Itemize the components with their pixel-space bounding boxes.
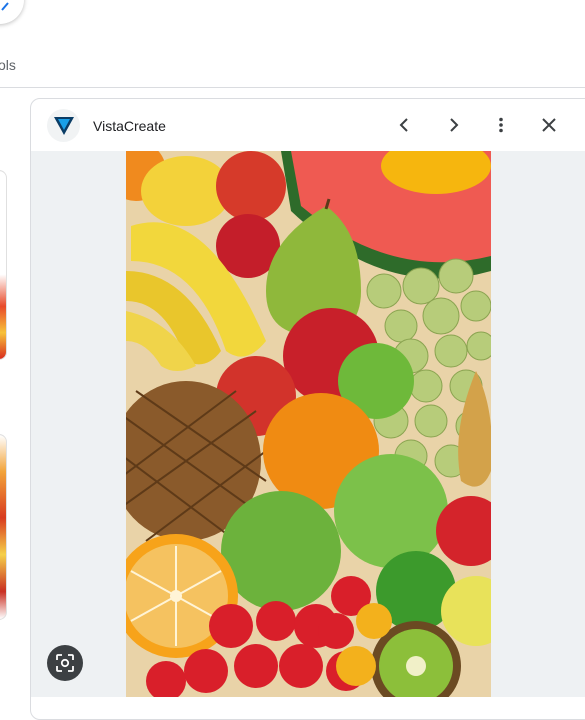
panel-header: VistaCreate (31, 99, 585, 151)
tools-tab[interactable]: ols (0, 57, 16, 73)
image-preview-panel: VistaCreate (30, 98, 585, 720)
more-options-button[interactable] (487, 111, 515, 139)
image-viewer (31, 151, 585, 697)
result-thumbnail[interactable] (0, 434, 7, 620)
close-button[interactable] (535, 111, 563, 139)
next-button[interactable] (439, 111, 467, 139)
site-name[interactable]: VistaCreate (93, 118, 166, 134)
chevron-right-icon (450, 118, 459, 132)
chevron-left-icon (399, 118, 408, 132)
previous-button[interactable] (391, 111, 419, 139)
lens-icon (56, 654, 74, 672)
close-icon (542, 118, 556, 132)
fruit-photo (126, 151, 491, 697)
divider (0, 87, 585, 88)
arrow-icon (1, 2, 9, 11)
lens-search-button[interactable] (47, 645, 83, 681)
vistacreate-logo-icon (53, 116, 74, 135)
fruit-image[interactable] (126, 151, 491, 697)
back-button[interactable] (0, 0, 24, 24)
site-logo[interactable] (47, 109, 80, 142)
result-thumbnail[interactable] (0, 170, 7, 360)
more-vert-icon (499, 117, 503, 133)
